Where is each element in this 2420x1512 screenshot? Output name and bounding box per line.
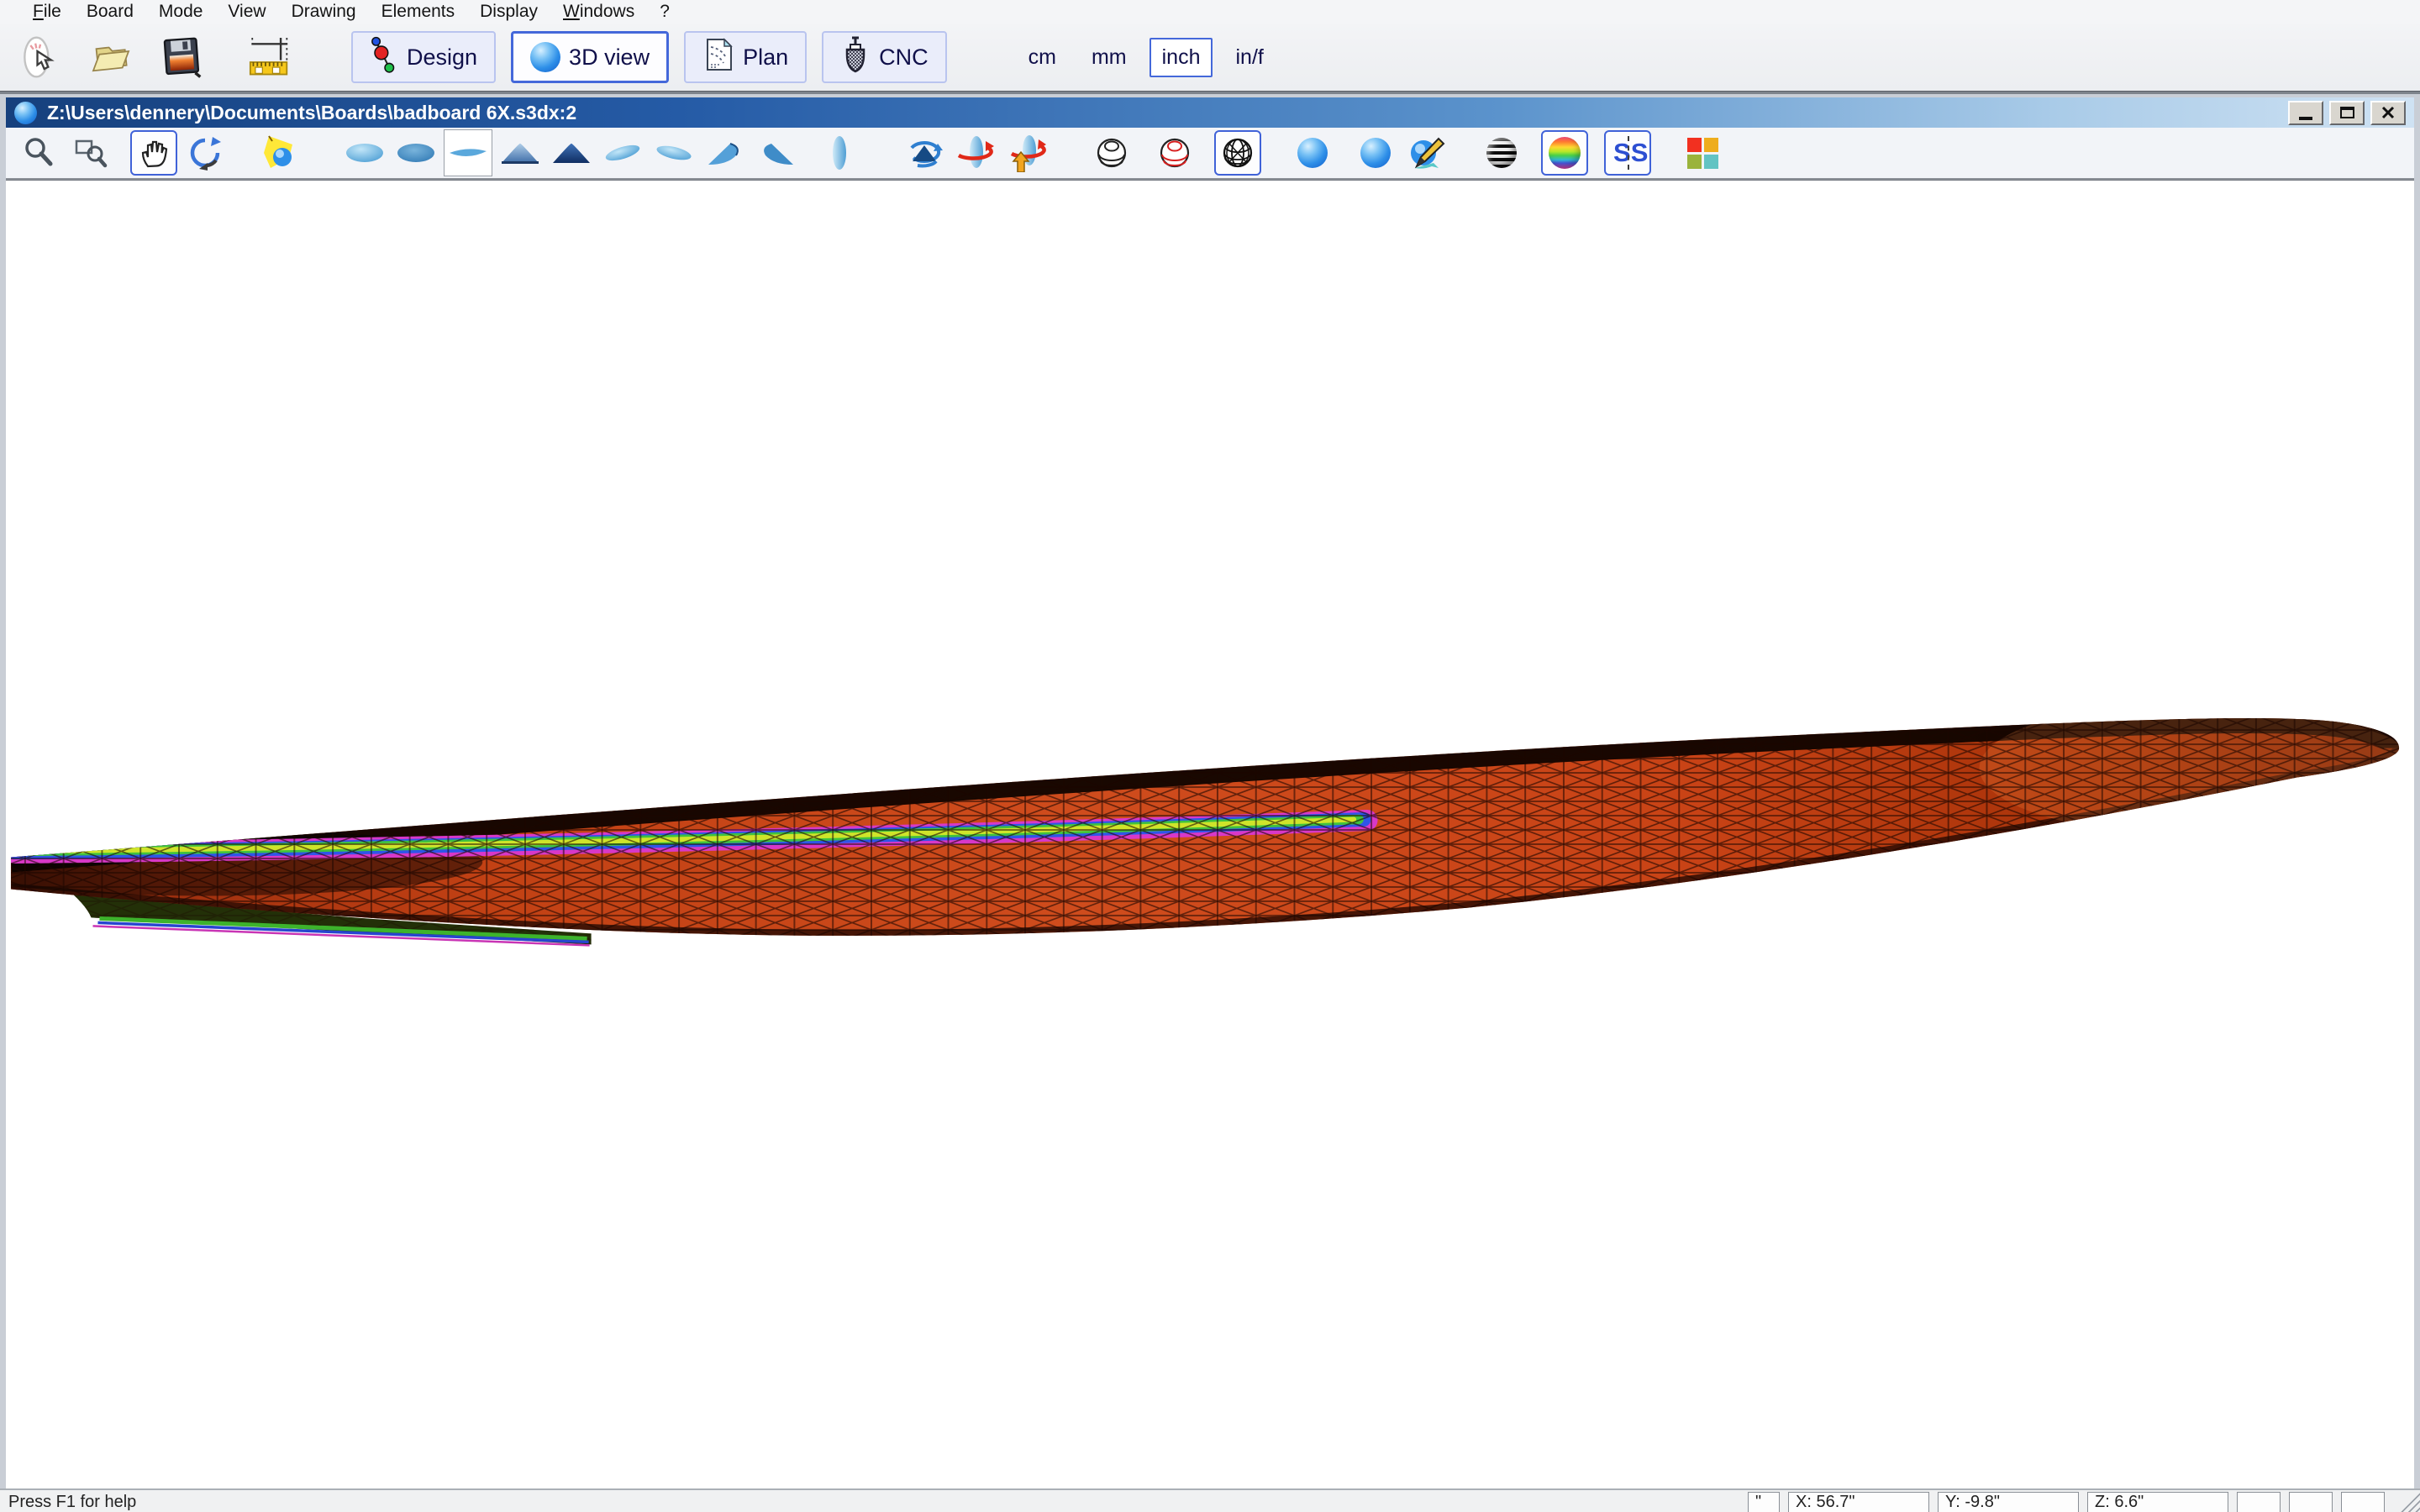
- status-unit-cell: ": [1748, 1492, 1780, 1512]
- view-perspective-right-icon[interactable]: [753, 130, 800, 176]
- wireframe-red-icon[interactable]: [1151, 130, 1198, 176]
- document-titlebar: Z:\Users\dennery\Documents\Boards\badboa…: [6, 97, 2414, 128]
- unit-mm[interactable]: mm: [1079, 38, 1139, 77]
- 3d-canvas[interactable]: [6, 180, 2414, 1488]
- unit-inf[interactable]: in/f: [1223, 38, 1276, 77]
- view-toolbar: S S: [6, 128, 2414, 180]
- menu-mode[interactable]: Mode: [146, 2, 216, 22]
- document-window: Z:\Users\dennery\Documents\Boards\badboa…: [0, 94, 2420, 1488]
- save-icon[interactable]: [156, 31, 207, 83]
- new-board-icon[interactable]: [15, 31, 66, 83]
- menu-file[interactable]: File: [20, 2, 74, 22]
- menu-view[interactable]: View: [215, 2, 278, 22]
- symmetry-divider: [1628, 136, 1629, 170]
- status-cell-empty-3: [2341, 1492, 2385, 1512]
- status-cell-empty-1: [2237, 1492, 2281, 1512]
- status-cells: " X: 56.7" Y: -9.8" Z: 6.6": [1748, 1492, 2385, 1512]
- close-icon: [2381, 105, 2396, 120]
- design-icon: [370, 35, 398, 80]
- dimensions-icon[interactable]: [245, 31, 296, 83]
- maximize-icon: [2340, 107, 2354, 118]
- view-tilt-right-icon[interactable]: [650, 130, 697, 176]
- view-back-icon[interactable]: [548, 130, 595, 176]
- status-z: Z: 6.6": [2087, 1492, 2228, 1512]
- minimize-button[interactable]: [2288, 101, 2323, 125]
- view-side-icon[interactable]: [444, 129, 492, 176]
- rotate-flip-icon[interactable]: [1003, 130, 1050, 176]
- status-cell-empty-2: [2289, 1492, 2333, 1512]
- document-title: Z:\Users\dennery\Documents\Boards\badboa…: [47, 102, 576, 124]
- view-bottom-icon[interactable]: [341, 130, 388, 176]
- 3d-view-label: 3D view: [569, 45, 650, 71]
- menu-display[interactable]: Display: [467, 2, 550, 22]
- status-x: X: 56.7": [1788, 1492, 1929, 1512]
- design-label: Design: [407, 45, 477, 71]
- view-perspective-left-icon[interactable]: [702, 130, 749, 176]
- status-help-text: Press F1 for help: [8, 1493, 136, 1512]
- zebra-analysis-icon[interactable]: [1478, 130, 1525, 176]
- menu-bar: File Board Mode View Drawing Elements Di…: [0, 0, 2420, 24]
- pan-hand-icon[interactable]: [130, 130, 177, 176]
- 3d-sphere-icon: [530, 42, 560, 72]
- unit-inch[interactable]: inch: [1150, 38, 1213, 77]
- resize-grip[interactable]: [2396, 1490, 2420, 1512]
- status-bar: Press F1 for help " X: 56.7" Y: -9.8" Z:…: [0, 1488, 2420, 1512]
- annotate-surface-icon[interactable]: [1403, 130, 1450, 176]
- plan-mode-button[interactable]: Plan: [684, 31, 807, 83]
- zoom-window-icon[interactable]: [67, 130, 114, 176]
- light-icon[interactable]: [256, 130, 303, 176]
- view-front-icon[interactable]: [497, 130, 544, 176]
- maximize-button[interactable]: [2329, 101, 2365, 125]
- view-top-icon[interactable]: [816, 130, 863, 176]
- plan-label: Plan: [743, 45, 788, 71]
- wireframe-mesh-icon[interactable]: [1214, 130, 1261, 176]
- unit-selector: cm mm inch in/f: [1016, 38, 1286, 77]
- view-tilt-left-icon[interactable]: [599, 130, 646, 176]
- document-icon: [14, 102, 37, 124]
- minimize-icon: [2299, 117, 2312, 120]
- plan-icon: [702, 36, 734, 79]
- unit-cm[interactable]: cm: [1016, 38, 1069, 77]
- cnc-label: CNC: [879, 45, 929, 71]
- rotate-view-icon[interactable]: [901, 130, 948, 176]
- open-folder-icon[interactable]: [86, 31, 136, 83]
- menu-board[interactable]: Board: [74, 2, 146, 22]
- zoom-icon[interactable]: [16, 130, 63, 176]
- cnc-mode-button[interactable]: CNC: [822, 31, 947, 83]
- cnc-icon: [840, 35, 871, 80]
- status-y: Y: -9.8": [1938, 1492, 2079, 1512]
- 3d-view-mode-button[interactable]: 3D view: [511, 31, 669, 83]
- rotate-horizontal-icon[interactable]: [952, 130, 999, 176]
- symmetry-s-right: S: [1631, 134, 1649, 171]
- design-mode-button[interactable]: Design: [351, 31, 496, 83]
- orbit-icon[interactable]: [182, 130, 229, 176]
- menu-help[interactable]: ?: [647, 2, 682, 22]
- curvature-map-icon[interactable]: [1541, 130, 1588, 176]
- close-button[interactable]: [2370, 101, 2406, 125]
- menu-windows[interactable]: Windows: [550, 2, 647, 22]
- wireframe-outline-icon[interactable]: [1088, 130, 1135, 176]
- color-settings-icon[interactable]: [1679, 130, 1726, 176]
- view-deck-icon[interactable]: [392, 130, 439, 176]
- window-controls: [2288, 101, 2407, 125]
- main-toolbar: Design 3D view Plan: [0, 24, 2420, 91]
- menu-drawing[interactable]: Drawing: [279, 2, 369, 22]
- menu-elements[interactable]: Elements: [369, 2, 468, 22]
- render-solid-icon[interactable]: [1289, 130, 1336, 176]
- render-smooth-icon[interactable]: [1352, 130, 1399, 176]
- symmetry-icon[interactable]: S S: [1604, 130, 1651, 176]
- board-3d-render[interactable]: [6, 181, 2414, 1488]
